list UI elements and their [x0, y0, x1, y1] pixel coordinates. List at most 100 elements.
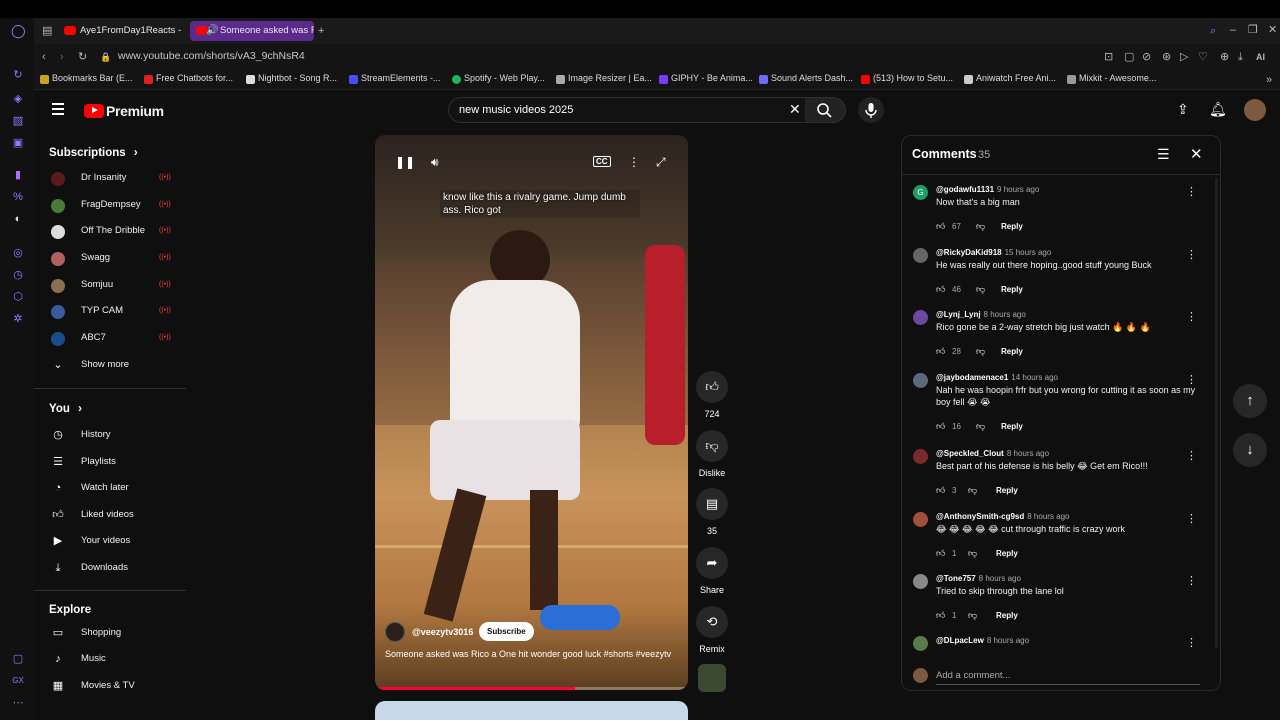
clear-search-icon[interactable]: ✕: [789, 101, 801, 118]
speaker-icon[interactable]: 🔊: [206, 21, 218, 41]
search-tabs-icon[interactable]: ⌕: [1210, 24, 1216, 38]
close-window-icon[interactable]: ✕: [1268, 23, 1277, 37]
remix-button[interactable]: ⟲ Remix: [696, 606, 728, 654]
commenter-avatar[interactable]: [913, 373, 928, 388]
forward-icon[interactable]: ›: [60, 50, 64, 64]
reload-icon[interactable]: ↻: [78, 50, 87, 64]
commenter-avatar[interactable]: G: [913, 185, 928, 200]
sidebar-channel[interactable]: ABC7 ((•)): [34, 326, 186, 352]
like-button[interactable]: 👍︎ 724: [696, 371, 728, 419]
thumbs-up-icon[interactable]: 👍︎: [936, 548, 945, 559]
commenter-avatar[interactable]: [913, 248, 928, 263]
notifications-bell-icon[interactable]: 🔔︎: [1209, 101, 1227, 118]
twitch-icon[interactable]: ▮: [11, 168, 25, 182]
bookmark-item[interactable]: (513) How to Setu...: [861, 73, 953, 84]
comments-button[interactable]: ▤ 35: [696, 488, 728, 536]
comment-author[interactable]: @AnthonySmith-cg9sd 8 hours ago: [936, 512, 1070, 521]
reply-button[interactable]: Reply: [1001, 285, 1023, 294]
commenter-avatar[interactable]: [913, 636, 928, 651]
bookmark-item[interactable]: Image Resizer | Ea...: [556, 73, 652, 84]
bookmark-item[interactable]: Bookmarks Bar (E...: [40, 73, 133, 84]
comment-more-icon[interactable]: ⋮: [1186, 373, 1197, 386]
player-icon[interactable]: ◎: [11, 246, 25, 260]
sidebar-item-playlists[interactable]: ☰ Playlists: [34, 450, 186, 476]
bookmark-item[interactable]: Aniwatch Free Ani...: [964, 73, 1056, 84]
reply-button[interactable]: Reply: [1001, 222, 1023, 231]
extensions-icon[interactable]: ⬡: [11, 290, 25, 304]
settings-icon[interactable]: ✲: [11, 312, 25, 326]
thumbs-down-icon[interactable]: 👎︎: [976, 421, 985, 432]
voice-search-button[interactable]: [858, 97, 884, 123]
bookmark-item[interactable]: GIPHY - Be Anima...: [659, 73, 753, 84]
upload-icon[interactable]: ⇪: [1177, 101, 1189, 118]
thumbs-up-icon[interactable]: 👍︎: [936, 610, 945, 621]
bookmark-item[interactable]: Sound Alerts Dash...: [759, 73, 853, 84]
reply-button[interactable]: Reply: [1001, 422, 1023, 431]
sidebar-item-movies-tv[interactable]: ▦ Movies & TV: [34, 674, 186, 700]
search-box[interactable]: new music videos 2025 ✕: [448, 97, 846, 123]
heart-icon[interactable]: ♡: [1198, 50, 1208, 64]
sidebar-item-downloads[interactable]: ⤓ Downloads: [34, 556, 186, 582]
url-field[interactable]: www.youtube.com/shorts/vA3_9chNsR4: [118, 50, 305, 62]
bookmark-item[interactable]: StreamElements -...: [349, 73, 441, 84]
next-short-preview[interactable]: [375, 701, 688, 720]
commenter-avatar[interactable]: [913, 574, 928, 589]
sidebar-channel[interactable]: Somjuu ((•)): [34, 273, 186, 299]
channel-avatar[interactable]: [385, 622, 405, 642]
captions-button[interactable]: CC: [593, 156, 611, 167]
comment-author[interactable]: @DLpacLew 8 hours ago: [936, 636, 1029, 645]
sidebar-channel[interactable]: TYP CAM ((•)): [34, 299, 186, 325]
ai-button[interactable]: AI: [1256, 50, 1265, 64]
add-comment-input[interactable]: Add a comment...: [936, 670, 1010, 681]
subscriptions-header[interactable]: Subscriptions ›: [49, 147, 138, 159]
video-title[interactable]: Someone asked was Rico a One hit wonder …: [385, 648, 675, 661]
you-header[interactable]: You ›: [49, 403, 82, 415]
show-more-button[interactable]: ⌄ Show more: [34, 353, 186, 379]
channel-handle[interactable]: @veezytv3016: [412, 627, 473, 637]
messenger-icon[interactable]: ▣: [11, 136, 25, 150]
sketch-icon[interactable]: ▧: [11, 114, 25, 128]
comment-author[interactable]: @RickyDaKid918 15 hours ago: [936, 248, 1051, 257]
snapshot-icon[interactable]: ▢: [1124, 50, 1134, 64]
more-options-icon[interactable]: ⋮: [628, 155, 640, 169]
wallet-icon[interactable]: ⊕: [1220, 50, 1229, 64]
bookmark-item[interactable]: Spotify - Web Play...: [452, 73, 545, 84]
tab-active-short[interactable]: 🔊 Someone asked was R: [190, 21, 314, 41]
restore-icon[interactable]: ❐: [1248, 23, 1258, 37]
thumbs-down-icon[interactable]: 👎︎: [976, 221, 985, 232]
next-short-button[interactable]: ↓: [1233, 433, 1267, 467]
shorts-video-player[interactable]: ❚❚ 🔊︎ CC ⋮ ⤢ know like this a rivalry ga…: [375, 135, 688, 690]
thumbs-up-icon[interactable]: 👍︎: [936, 421, 945, 432]
comment-author[interactable]: @Tone757 8 hours ago: [936, 574, 1021, 583]
history-icon[interactable]: ◷: [11, 268, 25, 282]
sidebar-item-music[interactable]: ♪ Music: [34, 647, 186, 673]
reply-button[interactable]: Reply: [996, 611, 1018, 620]
volume-icon[interactable]: 🔊︎: [431, 155, 439, 170]
thumbs-down-icon[interactable]: 👎︎: [968, 548, 977, 559]
comment-more-icon[interactable]: ⋮: [1186, 636, 1197, 649]
bookmark-item[interactable]: Nightbot - Song R...: [246, 73, 337, 84]
tab-aye1fromday1[interactable]: Aye1FromDay1Reacts - Yo: [64, 21, 184, 41]
sidebar-channel[interactable]: Swagg ((•)): [34, 246, 186, 272]
comment-author[interactable]: @Speckled_Clout 8 hours ago: [936, 449, 1049, 458]
comment-more-icon[interactable]: ⋮: [1186, 185, 1197, 198]
tab-menu-icon[interactable]: ▤: [42, 24, 52, 38]
comment-author[interactable]: @Lynj_Lynj 8 hours ago: [936, 310, 1026, 319]
comment-more-icon[interactable]: ⋮: [1186, 574, 1197, 587]
sound-thumbnail[interactable]: [698, 664, 726, 692]
pause-icon[interactable]: ❚❚: [395, 155, 415, 169]
comment-more-icon[interactable]: ⋮: [1186, 248, 1197, 261]
thumbs-up-icon[interactable]: 👍︎: [936, 221, 945, 232]
new-tab-icon[interactable]: +: [318, 24, 324, 38]
comment-more-icon[interactable]: ⋮: [1186, 310, 1197, 323]
sidebar-item-history[interactable]: ◷ History: [34, 423, 186, 449]
opera-logo-icon[interactable]: ◯: [11, 24, 26, 38]
sidebar-item-shopping[interactable]: ▭ Shopping: [34, 621, 186, 647]
previous-short-button[interactable]: ↑: [1233, 384, 1267, 418]
close-comments-icon[interactable]: ✕: [1190, 145, 1203, 163]
more-icon[interactable]: ⋯: [11, 696, 25, 710]
thumbs-down-icon[interactable]: 👎︎: [968, 485, 977, 496]
commenter-avatar[interactable]: [913, 512, 928, 527]
comment-more-icon[interactable]: ⋮: [1186, 512, 1197, 525]
sidebar-channel[interactable]: FragDempsey ((•)): [34, 193, 186, 219]
